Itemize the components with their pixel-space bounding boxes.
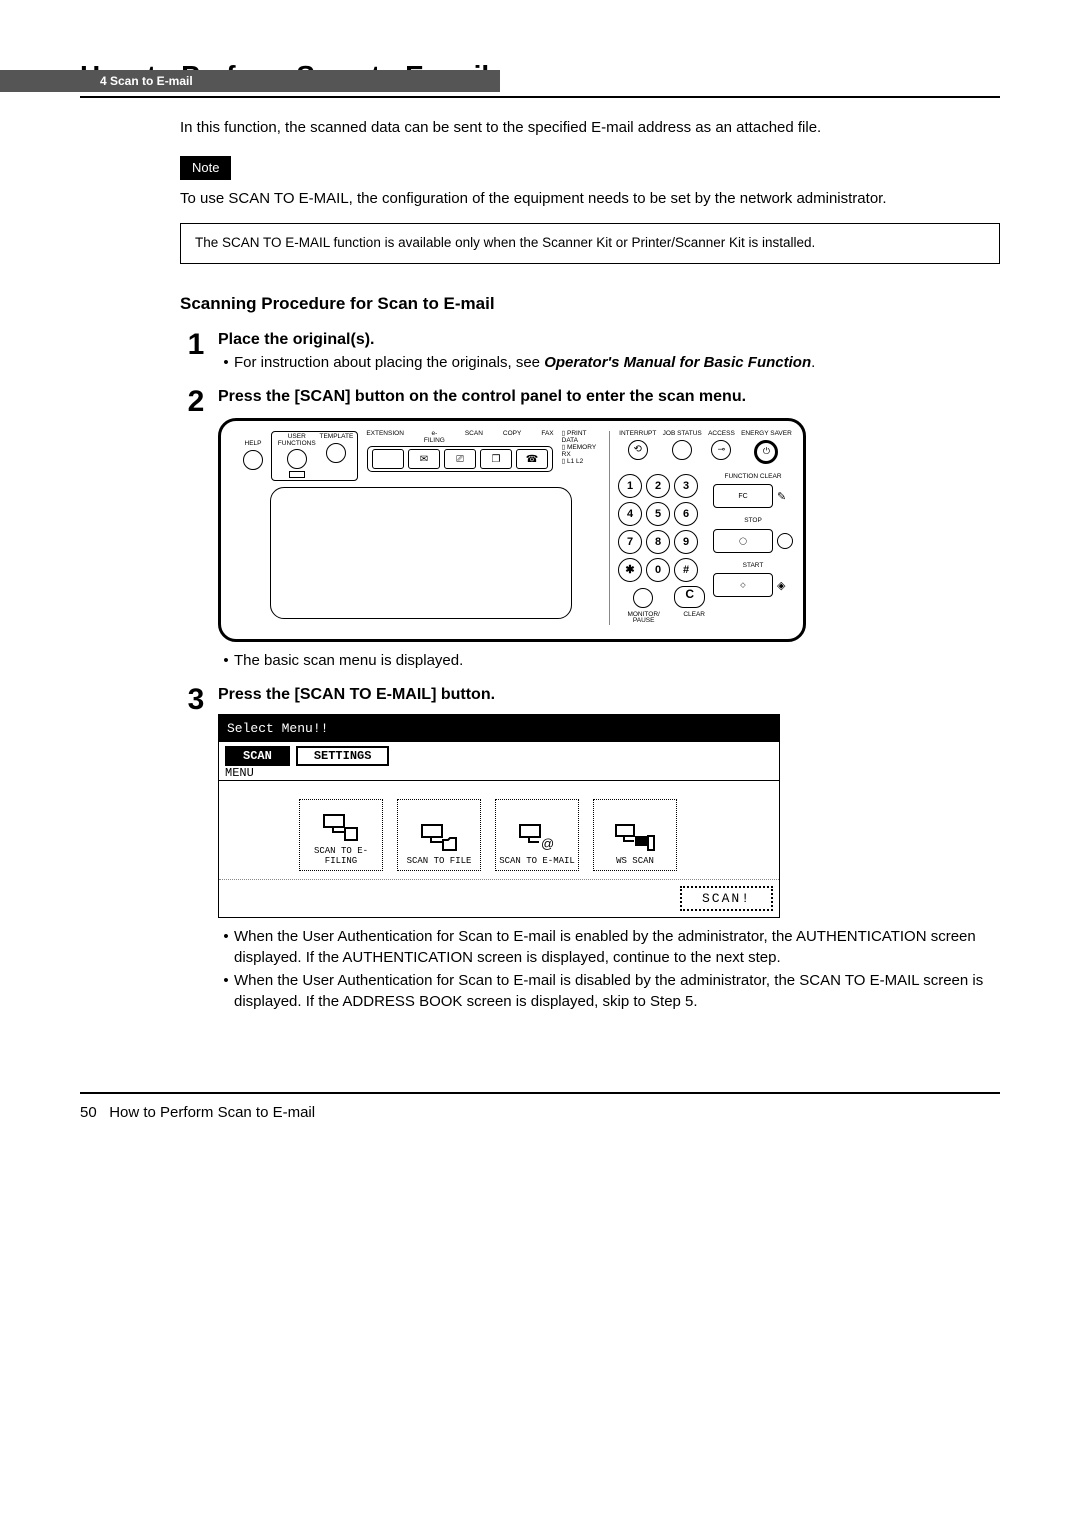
start-button[interactable]: ◇ (713, 573, 773, 597)
control-panel-figure: HELP USER FUNCTIONS TEMPLATE (218, 418, 806, 642)
ws-scan-button[interactable]: WS SCAN (593, 799, 677, 871)
info-box: The SCAN TO E-MAIL function is available… (180, 223, 1000, 264)
key-2[interactable]: 2 (646, 474, 670, 498)
fax-button[interactable]: ☎ (516, 449, 548, 469)
step-3-title: Press the [SCAN TO E-MAIL] button. (218, 685, 1000, 706)
user-functions-label: USER FUNCTIONS (276, 434, 317, 447)
monitor-pause-button[interactable] (633, 588, 653, 608)
key-star[interactable]: ✱ (618, 558, 642, 582)
numeric-keypad: 1 2 3 4 5 6 7 8 9 ✱ (618, 474, 705, 582)
start-diamond-icon: ◈ (777, 579, 785, 592)
step-1-bullet: For instruction about placing the origin… (234, 352, 1000, 373)
template-label: TEMPLATE (319, 434, 353, 441)
scanner-pc-icon (615, 824, 655, 852)
help-button[interactable] (243, 450, 263, 470)
function-clear-button[interactable]: FC (713, 484, 773, 508)
efiling-button[interactable]: ✉ (408, 449, 440, 469)
pencil-icon: ✎ (777, 490, 786, 503)
access-button[interactable]: ⊸ (711, 440, 731, 460)
scanner-folder-icon (421, 824, 457, 852)
step-1: 1 Place the original(s). • For instructi… (180, 330, 1000, 374)
scan-to-file-button[interactable]: SCAN TO FILE (397, 799, 481, 871)
key-6[interactable]: 6 (674, 502, 698, 526)
key-3[interactable]: 3 (674, 474, 698, 498)
energy-saver-button[interactable]: ⏻ (754, 440, 778, 464)
copy-button[interactable]: ❐ (480, 449, 512, 469)
clear-button[interactable]: C (674, 586, 705, 608)
step-3-bullet-2: When the User Authentication for Scan to… (234, 970, 1000, 1012)
scanner-box-icon (323, 814, 359, 842)
step-2-after-bullet: The basic scan menu is displayed. (234, 650, 1000, 671)
step-number: 3 (180, 685, 212, 1012)
scan-to-email-button[interactable]: @ SCAN TO E-MAIL (495, 799, 579, 871)
stop-indicator-icon (777, 533, 793, 549)
step-3-bullet-1: When the User Authentication for Scan to… (234, 926, 1000, 968)
step-number: 1 (180, 330, 212, 374)
interrupt-button[interactable]: ⟲ (628, 440, 648, 460)
key-9[interactable]: 9 (674, 530, 698, 554)
scanner-at-icon: @ (519, 824, 555, 852)
step-number: 2 (180, 387, 212, 670)
stop-button[interactable]: ◯ (713, 529, 773, 553)
ts-title: Select Menu!! (219, 715, 336, 742)
intro-text: In this function, the scanned data can b… (180, 117, 1000, 138)
step-1-title: Place the original(s). (218, 330, 1000, 351)
key-hash[interactable]: # (674, 558, 698, 582)
step-3: 3 Press the [SCAN TO E-MAIL] button. Sel… (180, 685, 1000, 1012)
user-functions-button[interactable] (287, 449, 307, 469)
procedure-heading: Scanning Procedure for Scan to E-mail (180, 292, 1000, 316)
note-label: Note (180, 156, 231, 180)
page-footer: 50 How to Perform Scan to E-mail (80, 1092, 1000, 1121)
extension-button[interactable] (372, 449, 404, 469)
step-2-title: Press the [SCAN] button on the control p… (218, 387, 1000, 408)
step-2: 2 Press the [SCAN] button on the control… (180, 387, 1000, 670)
key-5[interactable]: 5 (646, 502, 670, 526)
key-4[interactable]: 4 (618, 502, 642, 526)
key-0[interactable]: 0 (646, 558, 670, 582)
menu-label: MENU (219, 766, 779, 780)
help-label: HELP (245, 441, 262, 448)
tab-scan[interactable]: SCAN (225, 746, 290, 766)
scan-button[interactable]: ⎚ (444, 449, 476, 469)
chapter-header: 4 Scan to E-mail (0, 70, 500, 92)
key-7[interactable]: 7 (618, 530, 642, 554)
tab-settings[interactable]: SETTINGS (296, 746, 390, 766)
touchscreen-figure: Select Menu!! SCAN SETTINGS MENU SCAN TO… (218, 714, 780, 918)
template-button[interactable] (326, 443, 346, 463)
note-text: To use SCAN TO E-MAIL, the configuration… (180, 188, 1000, 209)
job-status-button[interactable] (672, 440, 692, 460)
svg-text:@: @ (541, 836, 554, 851)
scan-execute-button[interactable]: SCAN! (680, 886, 773, 911)
key-1[interactable]: 1 (618, 474, 642, 498)
touch-screen[interactable] (270, 487, 572, 619)
key-8[interactable]: 8 (646, 530, 670, 554)
scan-to-efiling-button[interactable]: SCAN TO E-FILING (299, 799, 383, 871)
